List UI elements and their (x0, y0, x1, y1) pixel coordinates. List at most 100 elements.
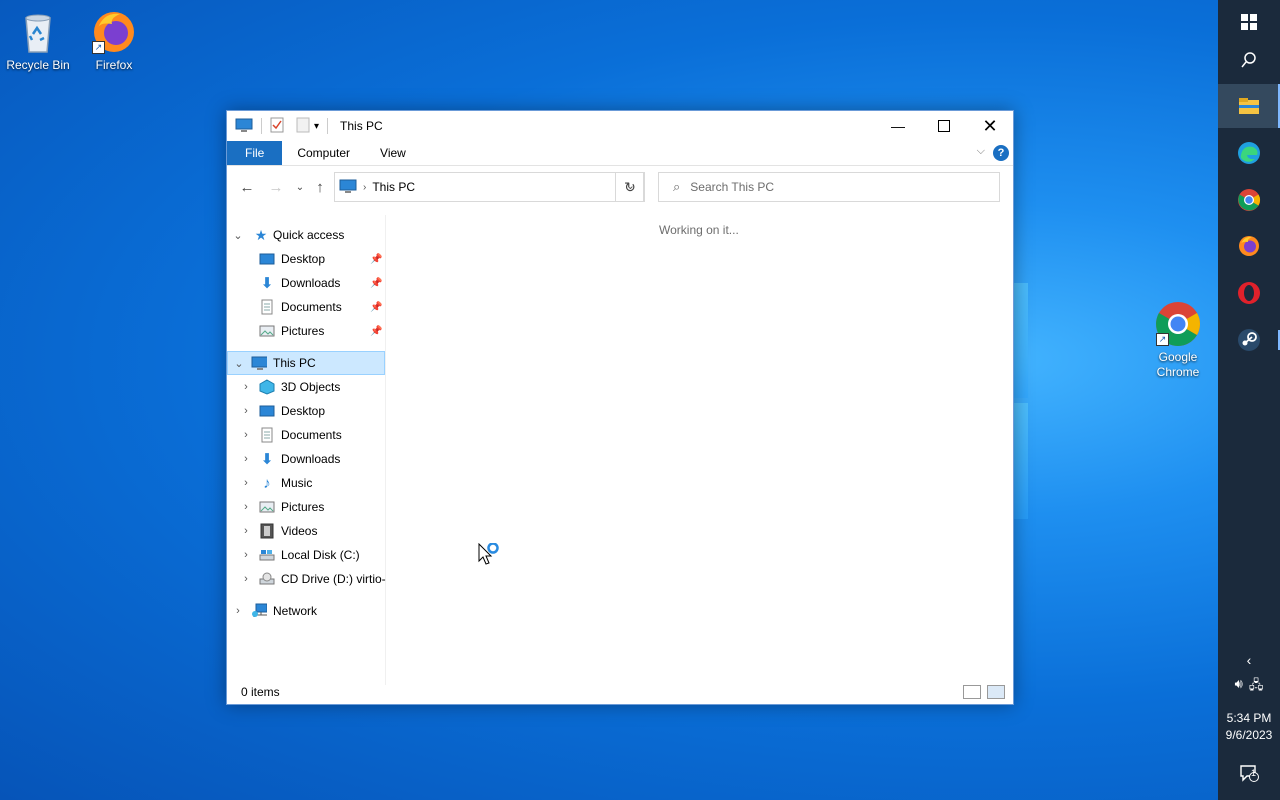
nav-item-documents[interactable]: › Documents (227, 423, 385, 447)
details-view-button[interactable] (963, 685, 981, 699)
maximize-button[interactable] (921, 111, 967, 141)
file-explorer-window: ▾ This PC — ✕ File Computer View ⌵ ? ← →… (226, 110, 1014, 705)
shortcut-arrow-icon: ↗ (1156, 333, 1169, 346)
chevron-right-icon[interactable]: › (239, 381, 253, 393)
nav-item-videos[interactable]: › Videos (227, 519, 385, 543)
chevron-right-icon[interactable]: › (239, 429, 253, 441)
pin-icon[interactable]: 📌 (370, 302, 382, 313)
firefox-icon: ↗ (90, 8, 138, 56)
pin-icon[interactable]: 📌 (370, 278, 382, 289)
chevron-down-icon[interactable]: ⌄ (232, 357, 246, 370)
busy-cursor-icon (478, 542, 504, 572)
refresh-button[interactable]: ↻ (615, 172, 645, 202)
nav-item-cd-drive[interactable]: › CD Drive (D:) virtio- (227, 567, 386, 591)
navigation-bar: ← → ⌄ ↑ › This PC ⌄ ↻ ⌕ Search This PC (227, 171, 1013, 203)
volume-icon[interactable]: 🔊︎ (1235, 676, 1243, 698)
nav-item-desktop[interactable]: › Desktop (227, 399, 385, 423)
recycle-bin-icon (14, 8, 62, 56)
up-button[interactable]: ↑ (308, 175, 332, 199)
nav-label: This PC (273, 356, 316, 370)
file-explorer-icon (1239, 98, 1259, 114)
taskbar-edge[interactable] (1218, 131, 1280, 175)
nav-item-3d-objects[interactable]: › 3D Objects (227, 375, 385, 399)
nav-item-pictures[interactable]: Pictures 📌 (227, 319, 385, 343)
taskbar-opera[interactable] (1218, 271, 1280, 315)
search-icon: ⌕ (673, 179, 681, 194)
title-bar[interactable]: ▾ This PC — ✕ (227, 111, 1013, 141)
chevron-right-icon[interactable]: › (239, 477, 253, 489)
address-bar[interactable]: › This PC ⌄ (334, 172, 644, 202)
taskbar-firefox[interactable] (1218, 224, 1280, 268)
hard-drive-icon (259, 547, 275, 563)
back-button[interactable]: ← (235, 175, 259, 199)
nav-item-downloads[interactable]: › ⬇ Downloads (227, 447, 385, 471)
steam-icon (1238, 329, 1260, 351)
divider (261, 118, 262, 134)
action-center-button[interactable]: 1 (1218, 760, 1280, 786)
customize-toolbar-chevron-icon[interactable]: ▾ (314, 121, 319, 132)
pin-icon[interactable]: 📌 (370, 326, 382, 337)
clock[interactable]: 5:34 PM 9/6/2023 (1218, 710, 1280, 744)
nav-item-desktop[interactable]: Desktop 📌 (227, 247, 385, 271)
search-button[interactable] (1218, 38, 1280, 82)
breadcrumb[interactable]: This PC (372, 180, 415, 194)
pin-icon[interactable]: 📌 (370, 254, 382, 265)
start-icon (1241, 14, 1257, 30)
chevron-right-icon[interactable]: › (231, 605, 245, 617)
new-folder-icon[interactable] (296, 117, 310, 136)
this-pc-icon (339, 178, 357, 197)
nav-label: Downloads (281, 276, 341, 290)
desktop-icon-label: Firefox (95, 58, 133, 72)
chevron-right-icon[interactable]: › (239, 453, 253, 465)
taskbar: ‹ 🔊︎ 🖧 5:34 PM 9/6/2023 1 (1218, 0, 1280, 800)
chrome-icon: ↗ (1154, 300, 1202, 348)
pictures-icon (259, 499, 275, 515)
expand-ribbon-chevron-icon[interactable]: ⌵ (977, 145, 985, 158)
star-icon: ★ (254, 226, 268, 243)
desktop-folder-icon (259, 251, 275, 267)
minimize-button[interactable]: — (875, 111, 921, 141)
search-box[interactable]: ⌕ Search This PC (658, 172, 1000, 202)
help-icon[interactable]: ? (993, 145, 1009, 161)
forward-button[interactable]: → (264, 175, 288, 199)
nav-item-this-pc[interactable]: ⌄ This PC (227, 351, 385, 375)
tab-file[interactable]: File (227, 141, 283, 165)
chevron-right-icon[interactable]: › (239, 525, 253, 537)
properties-icon[interactable] (270, 117, 284, 136)
system-tray: 🔊︎ 🖧 (1218, 676, 1280, 698)
documents-icon (259, 427, 275, 443)
tab-computer[interactable]: Computer (282, 141, 365, 165)
taskbar-steam[interactable] (1218, 318, 1280, 362)
search-placeholder: Search This PC (690, 180, 775, 194)
3d-objects-icon (259, 379, 275, 395)
tab-view[interactable]: View (365, 141, 421, 165)
back-arrow-icon: ← (239, 178, 255, 196)
clock-time: 5:34 PM (1226, 711, 1272, 725)
nav-item-quick-access[interactable]: ⌄ ★ Quick access (227, 223, 385, 247)
desktop-icon-firefox[interactable]: ↗ Firefox (76, 8, 152, 72)
taskbar-file-explorer[interactable] (1218, 84, 1280, 128)
close-button[interactable]: ✕ (967, 111, 1013, 141)
nav-item-network[interactable]: › Network (227, 599, 385, 623)
nav-item-downloads[interactable]: ⬇ Downloads 📌 (227, 271, 385, 295)
large-icons-view-button[interactable] (987, 685, 1005, 699)
nav-label: 3D Objects (281, 380, 341, 394)
desktop-icon-google-chrome[interactable]: ↗ Google Chrome (1140, 300, 1216, 380)
nav-item-documents[interactable]: Documents 📌 (227, 295, 385, 319)
desktop-icon-label: Google Chrome (1156, 350, 1200, 379)
nav-item-music[interactable]: › ♪ Music (227, 471, 385, 495)
desktop-icon-recycle-bin[interactable]: Recycle Bin (0, 8, 76, 72)
nav-item-local-disk[interactable]: › Local Disk (C:) (227, 543, 385, 567)
firefox-icon (1239, 236, 1259, 256)
chevron-right-icon[interactable]: › (239, 501, 253, 513)
chevron-down-icon[interactable]: ⌄ (231, 229, 245, 242)
network-status-icon[interactable]: 🖧 (1249, 676, 1264, 698)
chevron-right-icon[interactable]: › (239, 405, 253, 417)
nav-label: Videos (281, 524, 318, 538)
chevron-right-icon[interactable]: › (239, 573, 253, 585)
taskbar-chrome[interactable] (1218, 178, 1280, 222)
show-hidden-icons-chevron-icon[interactable]: ‹ (1218, 652, 1280, 668)
chevron-right-icon[interactable]: › (239, 549, 253, 561)
breadcrumb-separator-icon[interactable]: › (363, 182, 366, 193)
nav-item-pictures[interactable]: › Pictures (227, 495, 385, 519)
